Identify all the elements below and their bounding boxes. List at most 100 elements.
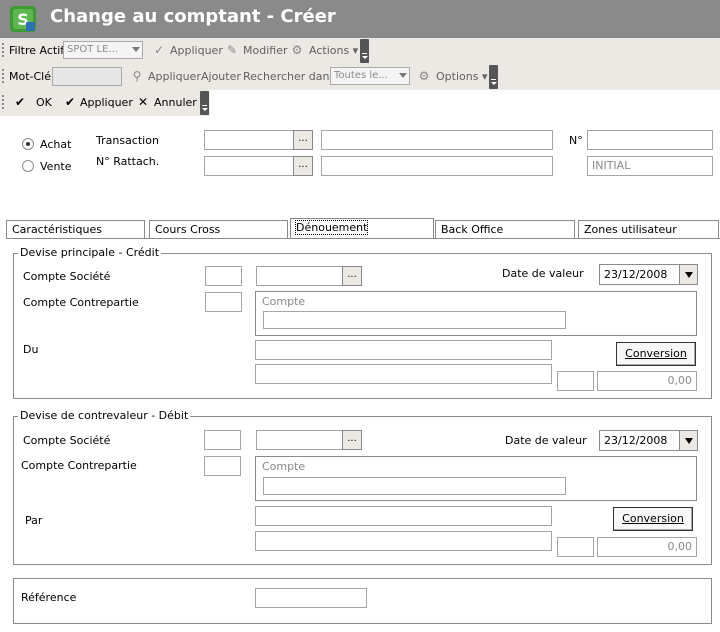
actions-label: Actions: [309, 44, 350, 57]
vente-radio[interactable]: [22, 160, 34, 172]
apply-search-button[interactable]: Appliquer: [148, 70, 201, 83]
debit-currency-field[interactable]: [557, 537, 594, 557]
apply-search-icon: ⚲: [132, 69, 142, 83]
achat-radio-label[interactable]: Achat: [40, 138, 71, 151]
tab-cours-cross[interactable]: Cours Cross: [149, 220, 288, 238]
achat-radio[interactable]: [22, 138, 34, 150]
debit-conversion-button[interactable]: Conversion: [613, 507, 693, 531]
search-toolbar: Mot-Clé ⚲ Appliquer Ajouter Rechercher d…: [0, 64, 720, 90]
credit-date-valeur-picker[interactable]: 23/12/2008: [599, 264, 698, 285]
transaction-description-field[interactable]: [321, 130, 553, 150]
debit-par-input-2[interactable]: [255, 531, 552, 551]
filter-select[interactable]: SPOT LE...: [63, 41, 143, 59]
tab-label: Cours Cross: [155, 223, 221, 236]
reference-input[interactable]: [255, 588, 367, 608]
keyword-label: Mot-Clé: [9, 70, 52, 83]
modify-button[interactable]: Modifier: [243, 44, 287, 57]
apply-button[interactable]: Appliquer: [80, 96, 133, 109]
search-in-select[interactable]: Toutes le...: [330, 67, 410, 85]
window-title: Change au comptant - Créer: [50, 6, 336, 27]
ok-button[interactable]: OK: [36, 96, 52, 109]
debit-compte-societe-code[interactable]: [204, 430, 241, 450]
rattach-lookup-button[interactable]: ...: [293, 156, 313, 176]
credit-date-valeur-label: Date de valeur: [502, 267, 584, 280]
apply-filter-icon: ✓: [153, 43, 165, 57]
reference-label: Référence: [21, 591, 77, 604]
rattach-description-field[interactable]: [321, 156, 553, 176]
credit-conversion-button[interactable]: Conversion: [616, 342, 696, 366]
apply-filter-button[interactable]: Appliquer: [170, 44, 223, 57]
toolbar-grip[interactable]: [2, 69, 4, 85]
filter-select-value: SPOT LE...: [67, 44, 118, 55]
transaction-lookup-button[interactable]: ...: [293, 130, 313, 150]
credit-du-input-1[interactable]: [255, 340, 552, 360]
debit-compte-input[interactable]: [263, 477, 566, 495]
toolbar-grip[interactable]: [2, 43, 4, 59]
debit-compte-societe-lookup[interactable]: ...: [342, 430, 362, 450]
toolbar-overflow-button[interactable]: [200, 91, 209, 115]
app-icon: S: [10, 6, 36, 32]
options-menu-button[interactable]: Options ▾: [436, 70, 487, 83]
credit-du-input-2[interactable]: [255, 364, 552, 384]
calendar-dropdown-icon[interactable]: [679, 431, 697, 450]
toolbar-grip[interactable]: [2, 95, 4, 111]
credit-date-valeur-value: 23/12/2008: [604, 268, 668, 281]
check-icon: ✔: [14, 95, 26, 109]
toolbar-overflow-button[interactable]: [489, 65, 498, 89]
debit-par-input-1[interactable]: [255, 506, 552, 526]
check-icon: ✔: [64, 95, 76, 109]
tab-label: Back Office: [441, 223, 504, 236]
tab-caracteristiques[interactable]: Caractéristiques: [6, 220, 145, 238]
toolbar-overflow-button[interactable]: [360, 39, 369, 63]
number-label: N°: [569, 134, 583, 147]
tab-denouement[interactable]: Dénouement: [290, 218, 434, 239]
add-button[interactable]: Ajouter: [201, 70, 241, 83]
keyword-input[interactable]: [52, 67, 122, 86]
title-bar: S Change au comptant - Créer: [0, 0, 720, 38]
calendar-dropdown-icon[interactable]: [679, 265, 697, 284]
tab-label: Dénouement: [294, 220, 369, 235]
credit-compte-societe-label: Compte Société: [23, 270, 111, 283]
search-in-value: Toutes le...: [334, 70, 388, 81]
debit-compte-contrepartie-code[interactable]: [204, 456, 241, 476]
transaction-label: Transaction: [96, 134, 159, 147]
credit-amount-field[interactable]: 0,00: [597, 371, 697, 391]
tab-zones-utilisateur[interactable]: Zones utilisateur: [578, 220, 719, 238]
debit-amount-field[interactable]: 0,00: [597, 537, 697, 557]
gear-icon: ⚙: [418, 69, 430, 83]
debit-compte-societe-label: Compte Société: [23, 434, 111, 447]
credit-compte-input[interactable]: [263, 311, 566, 329]
gear-icon: ⚙: [291, 43, 303, 57]
debit-date-valeur-picker[interactable]: 23/12/2008: [599, 430, 698, 451]
transaction-input[interactable]: [204, 130, 294, 150]
vente-radio-label[interactable]: Vente: [40, 160, 72, 173]
credit-du-label: Du: [23, 343, 39, 356]
credit-group-title: Devise principale - Crédit: [18, 246, 162, 259]
credit-compte-label: Compte: [262, 295, 306, 308]
filter-label: Filtre Actif: [9, 44, 65, 57]
credit-compte-contrepartie-code[interactable]: [205, 292, 242, 312]
status-field: INITIAL: [587, 156, 713, 176]
tab-label: Caractéristiques: [12, 223, 102, 236]
tab-back-office[interactable]: Back Office: [435, 220, 575, 238]
number-field[interactable]: [587, 130, 713, 150]
options-label: Options: [436, 70, 479, 83]
search-toolbar-panel: Mot-Clé ⚲ Appliquer Ajouter Rechercher d…: [0, 64, 500, 90]
actions-menu-button[interactable]: Actions ▾: [309, 44, 358, 57]
credit-currency-field[interactable]: [557, 371, 594, 391]
credit-compte-societe-code[interactable]: [205, 266, 242, 286]
tab-divider: [6, 238, 720, 239]
debit-group-title: Devise de contrevaleur - Débit: [18, 409, 191, 422]
debit-date-valeur-label: Date de valeur: [505, 434, 587, 447]
tab-label: Zones utilisateur: [584, 223, 677, 236]
credit-compte-societe-lookup[interactable]: ...: [342, 266, 362, 286]
debit-compte-societe-input[interactable]: [256, 430, 344, 450]
credit-compte-societe-input[interactable]: [256, 266, 344, 286]
chevron-down-icon: [399, 73, 407, 78]
search-in-label: Rechercher dans: [243, 70, 336, 83]
action-toolbar: ✔ OK ✔ Appliquer ✕ Annuler: [0, 90, 720, 116]
modify-icon: ✎: [226, 43, 238, 57]
cancel-button[interactable]: Annuler: [154, 96, 197, 109]
credit-conversion-label: Conversion: [625, 347, 687, 360]
rattach-input[interactable]: [204, 156, 294, 176]
